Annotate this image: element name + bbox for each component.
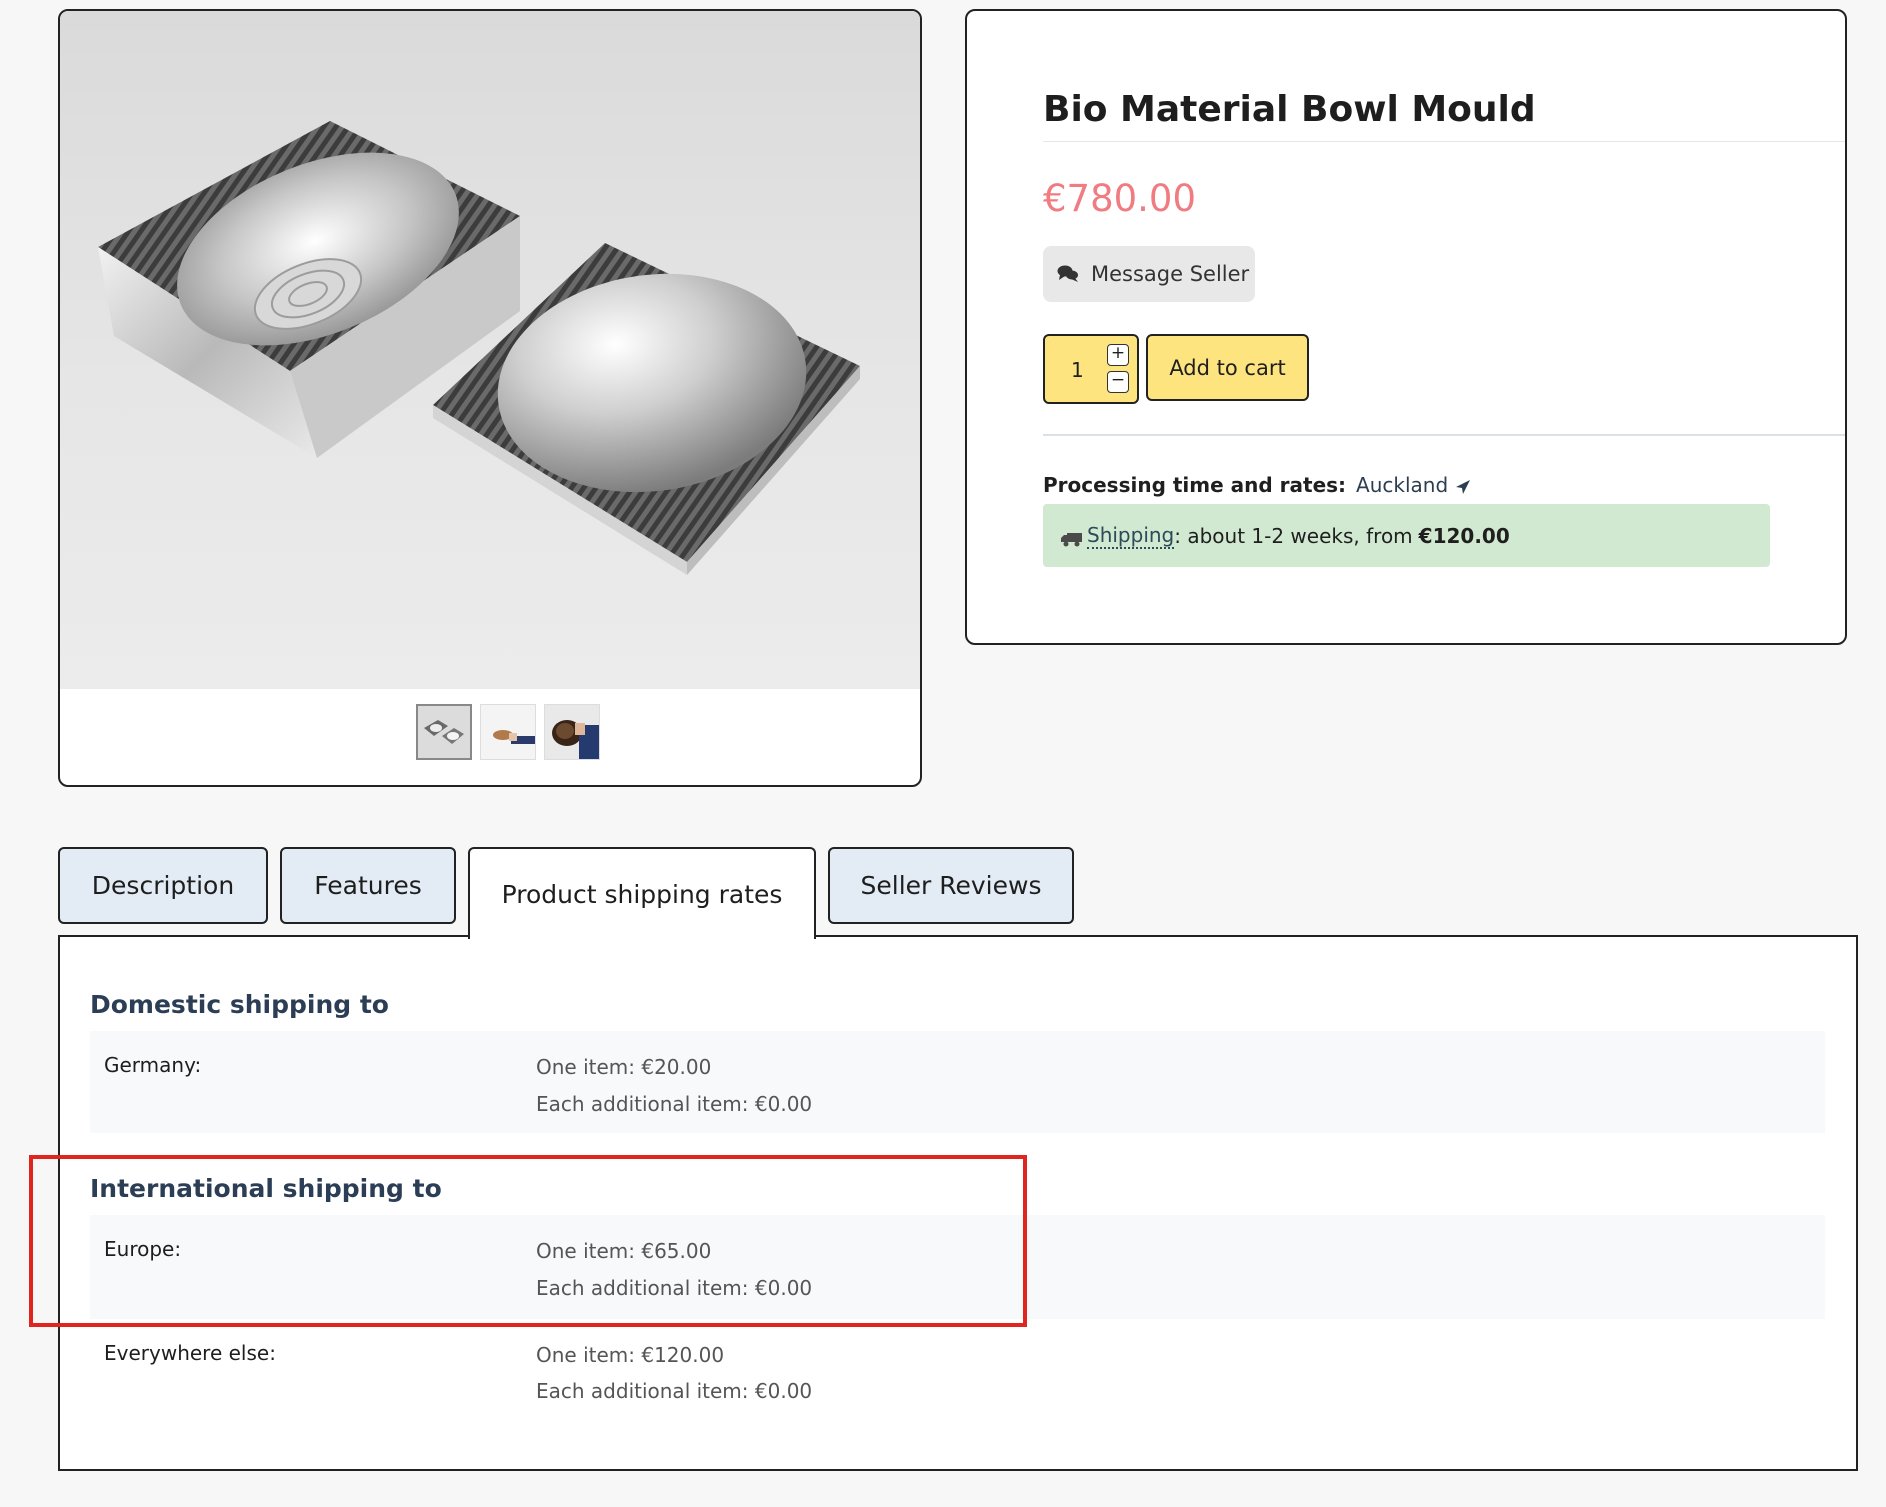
domestic-shipping-title: Domestic shipping to <box>90 990 389 1019</box>
comments-icon <box>1057 264 1079 284</box>
message-seller-button[interactable]: Message Seller <box>1043 246 1255 302</box>
one-item-rate: One item: €20.00 <box>536 1055 712 1079</box>
shipping-region: Germany: <box>104 1053 202 1077</box>
shipping-row-everywhere-else: Everywhere else: One item: €120.00 Each … <box>90 1319 1825 1419</box>
shipping-time-text: : about 1-2 weeks, from <box>1174 523 1413 548</box>
processing-info: Processing time and rates: Auckland <box>1043 473 1471 497</box>
thumbnail-3[interactable] <box>544 704 600 760</box>
product-main-image[interactable] <box>60 11 920 689</box>
cart-divider <box>1043 434 1845 436</box>
tab-product-shipping-rates[interactable]: Product shipping rates <box>468 847 816 939</box>
add-to-cart-button[interactable]: Add to cart <box>1146 334 1309 401</box>
shipping-row-germany: Germany: One item: €20.00 Each additiona… <box>90 1031 1825 1133</box>
shipping-summary: Shipping : about 1-2 weeks, from €120.00 <box>1043 504 1770 567</box>
message-seller-label: Message Seller <box>1091 262 1250 286</box>
location-text: Auckland <box>1356 473 1449 497</box>
shipping-from-price: €120.00 <box>1418 523 1510 548</box>
one-item-rate: One item: €65.00 <box>536 1239 712 1263</box>
processing-label: Processing time and rates: <box>1043 473 1347 497</box>
quantity-decrease-button[interactable]: − <box>1107 371 1129 393</box>
tab-features[interactable]: Features <box>280 847 456 924</box>
product-gallery <box>58 9 922 787</box>
location-link[interactable]: Auckland <box>1356 473 1470 497</box>
shipping-region: Europe: <box>104 1237 182 1261</box>
quantity-stepper[interactable]: 1 + − <box>1043 334 1139 404</box>
shipping-rates-panel: Domestic shipping to Germany: One item: … <box>58 935 1858 1471</box>
shipping-region: Everywhere else: <box>104 1341 276 1365</box>
quantity-value[interactable]: 1 <box>1071 358 1084 382</box>
truck-icon <box>1061 528 1083 546</box>
one-item-rate: One item: €120.00 <box>536 1343 725 1367</box>
tab-description[interactable]: Description <box>58 847 268 924</box>
product-title: Bio Material Bowl Mould <box>1043 89 1536 130</box>
quantity-increase-button[interactable]: + <box>1107 344 1129 366</box>
thumbnail-2[interactable] <box>480 704 536 760</box>
thumbnail-1[interactable] <box>416 704 472 760</box>
additional-item-rate: Each additional item: €0.00 <box>536 1379 813 1403</box>
location-arrow-icon <box>1455 473 1471 497</box>
title-divider <box>1043 141 1845 142</box>
additional-item-rate: Each additional item: €0.00 <box>536 1276 813 1300</box>
product-price: €780.00 <box>1043 177 1197 220</box>
shipping-row-europe: Europe: One item: €65.00 Each additional… <box>90 1215 1825 1319</box>
product-info-card: Bio Material Bowl Mould €780.00 Message … <box>965 9 1847 645</box>
additional-item-rate: Each additional item: €0.00 <box>536 1092 813 1116</box>
tab-seller-reviews[interactable]: Seller Reviews <box>828 847 1074 924</box>
shipping-link[interactable]: Shipping <box>1087 523 1175 549</box>
thumbnail-strip <box>416 704 600 760</box>
international-shipping-title: International shipping to <box>90 1174 442 1203</box>
